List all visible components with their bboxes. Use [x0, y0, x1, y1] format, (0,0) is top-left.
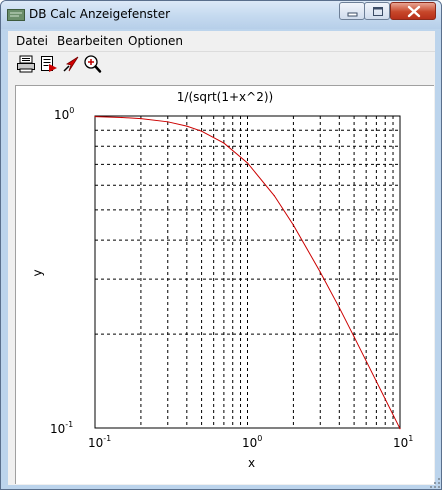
export-icon[interactable]: [39, 54, 59, 74]
data-point: [273, 195, 275, 197]
data-point: [319, 271, 321, 273]
y-tick-label: 10-1: [50, 420, 74, 436]
data-point: [292, 224, 295, 226]
data-point: [121, 116, 123, 119]
data-point: [399, 428, 401, 430]
close-icon: [407, 5, 421, 18]
menu-bearbeiten[interactable]: Bearbeiten: [57, 34, 123, 48]
data-point: [246, 162, 249, 164]
data-point: [140, 117, 142, 120]
minimize-icon: [347, 12, 358, 17]
data-point: [200, 130, 203, 132]
title-bar[interactable]: DB Calc Anzeigefenster: [1, 1, 441, 29]
app-window: DB Calc Anzeigefenster Datei Bearbeiten …: [0, 0, 442, 490]
chart-svg: [94, 115, 401, 430]
x-axis-label: x: [248, 456, 256, 470]
app-icon: [7, 9, 25, 21]
data-point: [375, 380, 377, 383]
data-point: [186, 125, 188, 127]
close-button[interactable]: [390, 2, 436, 20]
y-axis-label: y: [30, 269, 45, 277]
resize-grip-icon[interactable]: [429, 477, 441, 489]
printer-icon[interactable]: [16, 54, 36, 74]
data-point: [353, 336, 355, 338]
data-point: [338, 307, 340, 309]
menu-bar: Datei Bearbeiten Optionen: [8, 31, 435, 52]
data-point: [167, 121, 169, 123]
y-tick-label: 100: [54, 106, 75, 122]
x-tick-label: 10-1: [88, 434, 112, 450]
client-area: 1/(sqrt(1+x^2)) 100 10-1 10-1 100 101 x …: [8, 76, 435, 485]
maximize-icon: [373, 7, 383, 16]
zoom-icon[interactable]: [82, 54, 102, 74]
menu-datei[interactable]: Datei: [16, 34, 48, 48]
x-tick-label: 101: [393, 434, 414, 450]
toolbar: [8, 52, 435, 76]
x-tick-label: 100: [242, 434, 263, 450]
window-title: DB Calc Anzeigefenster: [29, 7, 171, 21]
minimize-button[interactable]: [339, 2, 365, 20]
menu-optionen[interactable]: Optionen: [128, 34, 183, 48]
data-point: [94, 116, 96, 118]
cursor-icon[interactable]: [61, 54, 81, 74]
maximize-button[interactable]: [364, 2, 390, 20]
data-point: [223, 142, 225, 144]
plot-panel: 1/(sqrt(1+x^2)) 100 10-1 10-1 100 101 x …: [15, 85, 434, 484]
